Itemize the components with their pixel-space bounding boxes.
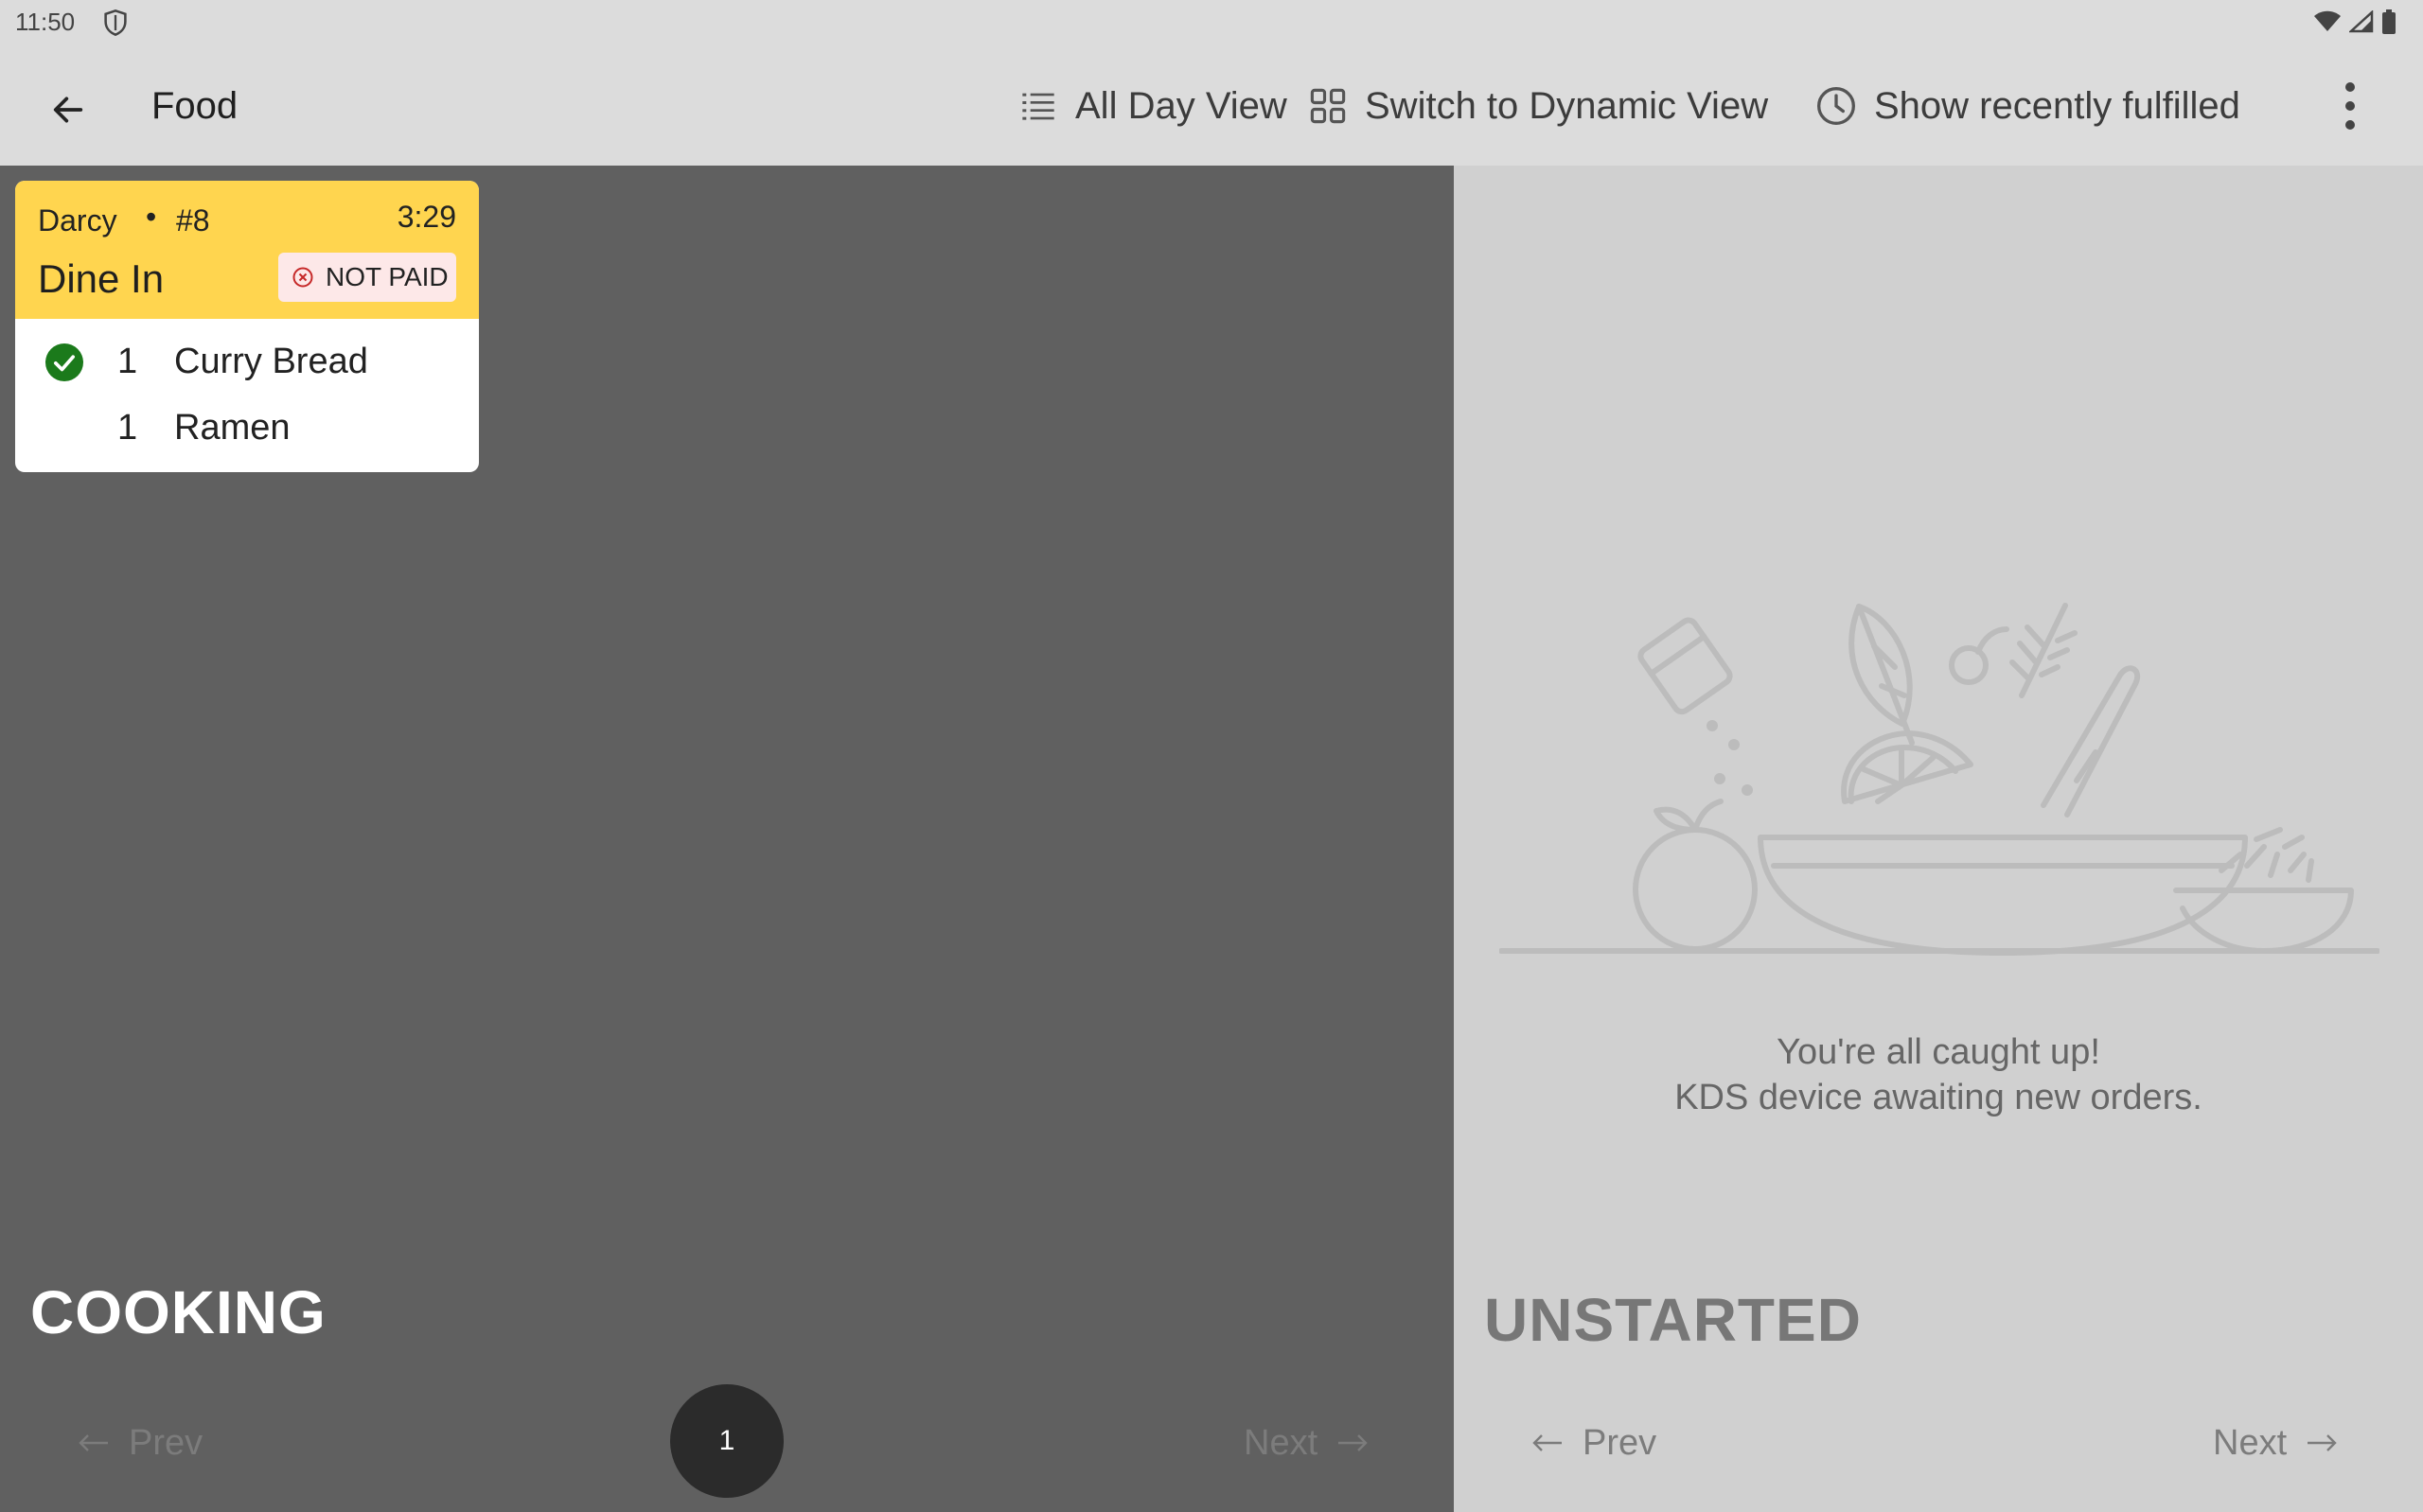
wifi-icon	[2314, 10, 2341, 31]
item-quantity: 1	[117, 408, 138, 448]
cooking-section-label: COOKING	[30, 1278, 327, 1346]
shield-icon	[104, 9, 127, 37]
page-indicator[interactable]: 1	[670, 1384, 784, 1498]
more-options-button[interactable]	[2326, 76, 2374, 136]
list-icon	[1022, 93, 1054, 120]
show-recently-fulfilled-label: Show recently fulfilled	[1874, 84, 2240, 127]
signal-icon	[2349, 10, 2374, 33]
cooking-next-label: Next	[1244, 1422, 1318, 1463]
all-day-view-label: All Day View	[1075, 84, 1287, 127]
cooking-prev-button[interactable]: Prev	[78, 1415, 203, 1471]
show-recently-fulfilled-button[interactable]: Show recently fulfilled	[1815, 79, 2240, 132]
empty-state-line-2: KDS device awaiting new orders.	[1674, 1078, 2202, 1117]
item-name: Curry Bread	[174, 342, 368, 381]
ticket-separator: •	[146, 200, 157, 234]
cancel-circle-icon	[292, 267, 313, 288]
grid-icon	[1310, 88, 1346, 124]
empty-state-illustration	[1499, 603, 2379, 956]
ticket-order-type: Dine In	[38, 256, 165, 301]
ticket-header: Darcy • #8 3:29 Dine In NOT PAID	[15, 181, 479, 319]
status-bar: 11:50	[0, 0, 2423, 45]
status-time: 11:50	[15, 8, 76, 36]
switch-dynamic-view-button[interactable]: Switch to Dynamic View	[1308, 79, 1768, 132]
cooking-prev-label: Prev	[129, 1422, 203, 1463]
unstarted-column: You're all caught up! KDS device awaitin…	[1454, 166, 2423, 1512]
payment-status-label: NOT PAID	[326, 262, 449, 291]
check-circle-icon	[45, 343, 83, 381]
arrow-back-icon	[53, 97, 83, 123]
unstarted-next-label: Next	[2213, 1422, 2288, 1463]
ticket-item[interactable]: 1 Curry Bread	[15, 332, 479, 393]
clock-icon	[1817, 87, 1855, 125]
payment-status-badge: NOT PAID	[278, 253, 456, 302]
unstarted-prev-label: Prev	[1583, 1422, 1657, 1463]
ticket-item[interactable]: 1 Ramen	[15, 398, 479, 459]
arrow-right-icon	[2308, 1434, 2337, 1451]
app-bar: Food All Day View Switch to Dynamic View…	[0, 45, 2423, 166]
ticket-customer-name: Darcy	[38, 203, 117, 237]
ticket-elapsed-time: 3:29	[397, 200, 456, 234]
switch-dynamic-view-label: Switch to Dynamic View	[1365, 84, 1769, 127]
item-quantity: 1	[117, 342, 138, 381]
back-button[interactable]	[38, 79, 98, 140]
item-name: Ramen	[174, 408, 291, 448]
more-vert-icon	[2345, 82, 2355, 130]
page-title: Food	[151, 85, 239, 127]
unstarted-next-button[interactable]: Next	[2213, 1415, 2338, 1471]
arrow-right-icon	[1338, 1434, 1368, 1451]
empty-state-line-1: You're all caught up!	[1777, 1032, 2100, 1072]
order-ticket[interactable]: Darcy • #8 3:29 Dine In NOT PAID 1 Curry	[15, 181, 479, 472]
cooking-next-button[interactable]: Next	[1244, 1415, 1369, 1471]
all-day-view-button[interactable]: All Day View	[1018, 79, 1287, 132]
empty-state-message: You're all caught up! KDS device awaitin…	[1454, 1029, 2423, 1120]
ticket-number: #8	[176, 203, 210, 237]
unstarted-prev-button[interactable]: Prev	[1531, 1415, 1656, 1471]
cooking-column: Darcy • #8 3:29 Dine In NOT PAID 1 Curry	[0, 166, 1454, 1512]
battery-icon	[2382, 9, 2396, 34]
arrow-left-icon	[1532, 1434, 1562, 1451]
arrow-left-icon	[79, 1434, 108, 1451]
unstarted-section-label: UNSTARTED	[1484, 1286, 1862, 1354]
